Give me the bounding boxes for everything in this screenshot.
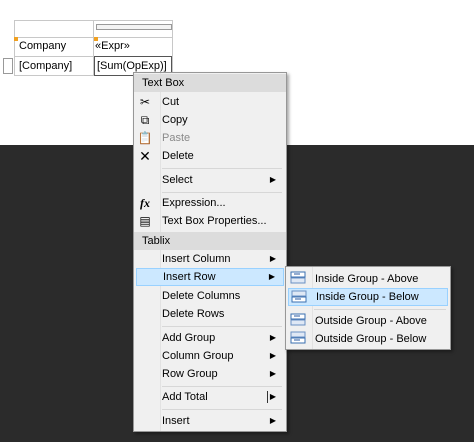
menu-item-inside-group-above[interactable]: Inside Group - Above — [288, 270, 448, 288]
menu-separator — [162, 409, 282, 410]
menu-item-label: Inside Group - Above — [315, 273, 419, 285]
menu-item-delete-columns[interactable]: Delete Columns — [136, 287, 284, 305]
menu-item-label: Inside Group - Below — [316, 291, 419, 303]
menu-item-label: Outside Group - Above — [315, 315, 427, 327]
menu-item-inside-group-below[interactable]: Inside Group - Below — [288, 288, 448, 306]
insert-row-submenu: Inside Group - Above Inside Group - Belo… — [285, 266, 451, 350]
menu-separator — [162, 386, 282, 387]
cell-sum-opexp: [Sum(OpExp)] — [97, 60, 167, 72]
menu-item-label: Copy — [162, 114, 188, 126]
cell-company-field[interactable]: [Company] — [19, 60, 72, 72]
submenu-arrow-icon: ▶ — [268, 272, 275, 281]
menu-item-delete-rows[interactable]: Delete Rows — [136, 305, 284, 323]
fx-icon: fx — [140, 196, 150, 210]
menu-item-label: Add Group — [162, 332, 216, 344]
menu-item-label: Add Total — [162, 391, 208, 403]
menu-item-label: Delete Columns — [162, 290, 241, 302]
selection-handle[interactable] — [14, 37, 18, 41]
submenu-arrow-icon: ▶ — [269, 369, 276, 378]
menu-separator — [162, 326, 282, 327]
menu-item-label: Text Box Properties... — [162, 215, 267, 227]
menu-item-insert-column[interactable]: Insert Column ▶ — [136, 250, 284, 268]
submenu-arrow-icon: ▶ — [269, 175, 276, 184]
paste-icon: 📋 — [137, 131, 153, 145]
column-handle[interactable] — [96, 24, 172, 30]
menu-item-row-group[interactable]: Row Group ▶ — [136, 365, 284, 383]
menu-separator — [162, 192, 282, 193]
menu-item-label: Cut — [162, 96, 180, 108]
menu-header-tablix: Tablix — [134, 232, 286, 250]
insert-row-above-icon — [289, 313, 307, 329]
grid-line — [172, 20, 173, 76]
submenu-arrow-icon: ▶ — [269, 351, 276, 360]
menu-item-label: Delete Rows — [162, 308, 225, 320]
menu-item-label: Column Group — [162, 350, 234, 362]
menu-item-textbox-properties[interactable]: ▤ Text Box Properties... — [136, 212, 284, 230]
menu-item-label: Insert Column — [162, 253, 231, 265]
cell-expr[interactable]: «Expr» — [95, 40, 130, 52]
menu-separator — [162, 168, 282, 169]
menu-item-label: Row Group — [162, 368, 218, 380]
insert-row-below-icon — [289, 331, 307, 347]
menu-item-add-group[interactable]: Add Group ▶ — [136, 329, 284, 347]
context-menu: Text Box ✂ Cut ⧉ Copy 📋 Paste ✕ Delete S… — [133, 72, 287, 432]
menu-item-label: Paste — [162, 132, 191, 144]
grid-line — [14, 20, 15, 76]
cell-company-header[interactable]: Company — [19, 40, 66, 52]
menu-item-column-group[interactable]: Column Group ▶ — [136, 347, 284, 365]
menu-item-select[interactable]: Select ▶ — [136, 171, 284, 189]
insert-row-above-icon — [289, 271, 307, 287]
menu-item-label: Expression... — [162, 197, 226, 209]
menu-item-cut[interactable]: ✂ Cut — [136, 93, 284, 111]
menu-item-insert[interactable]: Insert ▶ — [136, 412, 284, 430]
delete-x-icon: ✕ — [139, 148, 151, 164]
menu-item-label: Delete — [162, 150, 194, 162]
menu-item-copy[interactable]: ⧉ Copy — [136, 111, 284, 129]
menu-item-delete[interactable]: ✕ Delete — [136, 147, 284, 165]
submenu-arrow-icon: ▶ — [269, 333, 276, 342]
menu-item-label: Insert Row — [163, 271, 216, 283]
menu-item-outside-group-above[interactable]: Outside Group - Above — [288, 312, 448, 330]
submenu-arrow-icon: ▶ — [269, 416, 276, 425]
scissors-icon: ✂ — [139, 95, 151, 109]
menu-item-expression[interactable]: fx Expression... — [136, 194, 284, 212]
insert-row-below-icon — [290, 290, 308, 306]
split-divider — [267, 391, 268, 403]
menu-item-insert-row[interactable]: Insert Row ▶ — [136, 268, 284, 286]
menu-item-label: Select — [162, 174, 193, 186]
menu-header-textbox: Text Box — [134, 74, 286, 92]
properties-icon: ▤ — [139, 214, 151, 228]
menu-item-label: Insert — [162, 415, 190, 427]
menu-separator — [314, 309, 446, 310]
menu-item-add-total[interactable]: Add Total ▶ — [136, 388, 284, 406]
submenu-arrow-icon: ▶ — [269, 254, 276, 263]
menu-item-outside-group-below[interactable]: Outside Group - Below — [288, 330, 448, 348]
menu-item-paste: 📋 Paste — [136, 129, 284, 147]
menu-item-label: Outside Group - Below — [315, 333, 427, 345]
row-handle[interactable] — [3, 58, 13, 74]
submenu-arrow-icon: ▶ — [269, 392, 276, 401]
copy-icon: ⧉ — [140, 113, 150, 127]
